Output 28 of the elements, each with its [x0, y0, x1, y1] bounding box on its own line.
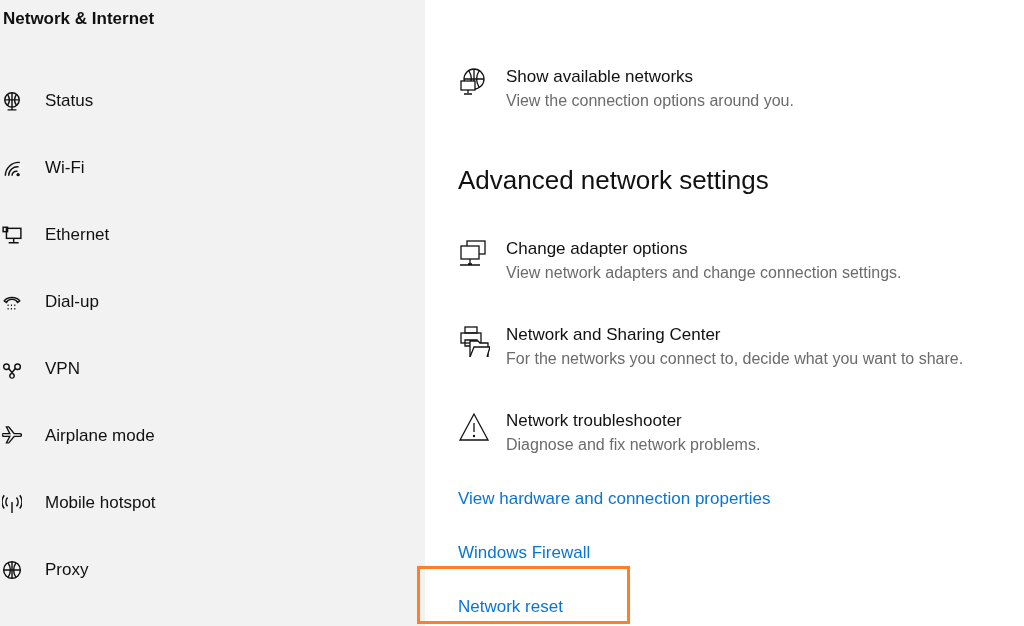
- option-description: Diagnose and fix network problems.: [506, 435, 761, 455]
- option-description: View network adapters and change connection settings.: [506, 263, 902, 283]
- option-description: For the networks you connect to, decide what you want to share.: [506, 349, 964, 369]
- sidebar-item[interactable]: Mobile hotspot: [0, 469, 425, 536]
- hotspot-icon: [2, 492, 22, 513]
- section-heading: Advanced network settings: [458, 164, 770, 197]
- sidebar-item[interactable]: Proxy: [0, 536, 425, 603]
- link[interactable]: Network reset: [458, 595, 563, 619]
- monitor-icon: [2, 224, 22, 245]
- sidebar-item[interactable]: Dial-up: [0, 268, 425, 335]
- option-title[interactable]: Network and Sharing Center: [506, 323, 964, 347]
- airplane-icon: [2, 425, 22, 446]
- option-title[interactable]: Change adapter options: [506, 237, 902, 261]
- sidebar-title: Network & Internet: [2, 8, 156, 30]
- sidebar-item[interactable]: VPN: [0, 335, 425, 402]
- link[interactable]: Windows Firewall: [458, 541, 591, 565]
- sidebar-item[interactable]: Status: [0, 67, 425, 134]
- sidebar-item[interactable]: Ethernet: [0, 201, 425, 268]
- globe-icon: [2, 559, 22, 580]
- sidebar-item[interactable]: Wi-Fi: [0, 134, 425, 201]
- link[interactable]: View hardware and connection properties: [458, 487, 771, 511]
- printer-folder-icon: [458, 325, 490, 357]
- option-title[interactable]: Network troubleshooter: [506, 409, 761, 433]
- option-title[interactable]: Show available networks: [506, 65, 794, 89]
- sidebar-item[interactable]: Airplane mode: [0, 402, 425, 469]
- globe-monitor-icon: [2, 90, 22, 111]
- option-description: View the connection options around you.: [506, 91, 794, 111]
- warning-icon: [458, 411, 490, 443]
